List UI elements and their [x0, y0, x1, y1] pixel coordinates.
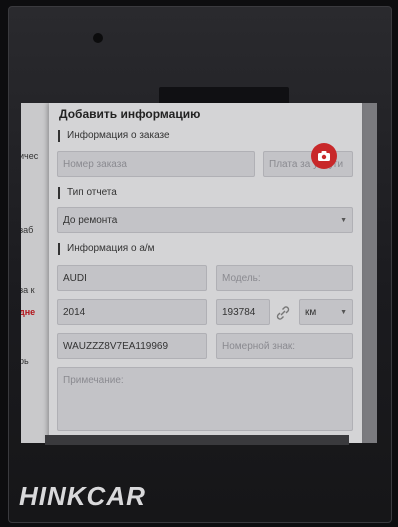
vin-input[interactable]: WAUZZZ8V7EA119969 [57, 333, 207, 359]
screen-bottom-bar [45, 435, 349, 445]
make-input[interactable]: AUDI [57, 265, 207, 291]
bg-fragment: заб [21, 225, 34, 235]
camera-icon [318, 151, 330, 161]
mileage-unit-value: км [305, 307, 317, 318]
order-number-placeholder: Номер заказа [63, 159, 127, 170]
vin-value: WAUZZZ8V7EA119969 [63, 341, 169, 352]
camera-button[interactable] [311, 143, 337, 169]
vehicle-info-section-label: Информация о а/м [58, 243, 155, 255]
report-type-value: До ремонта [63, 215, 118, 226]
bg-fragment: за к [21, 285, 35, 295]
service-fee-input[interactable]: Плата за услуги [263, 151, 353, 177]
order-info-section-label: Информация о заказе [58, 130, 170, 142]
link-icon[interactable] [275, 305, 291, 321]
year-value: 2014 [63, 307, 86, 318]
year-input[interactable]: 2014 [57, 299, 207, 325]
model-input[interactable]: Модель: [216, 265, 353, 291]
tablet-device: ичес заб за к дне рь Добавить информацию… [8, 6, 392, 523]
order-number-input[interactable]: Номер заказа [57, 151, 255, 177]
model-placeholder: Модель: [222, 273, 261, 284]
bg-fragment: ичес [21, 151, 39, 161]
report-type-select[interactable]: До ремонта ▼ [57, 207, 353, 233]
notes-textarea[interactable]: Примечание: [57, 367, 353, 431]
report-type-section-label: Тип отчета [58, 187, 117, 199]
dropdown-arrow-icon: ▼ [340, 217, 347, 224]
front-camera [93, 33, 103, 43]
mileage-value: 193784 [222, 307, 256, 318]
plate-number-input[interactable]: Номерной знак: [216, 333, 353, 359]
plate-number-placeholder: Номерной знак: [222, 341, 296, 352]
mileage-input[interactable]: 193784 [216, 299, 270, 325]
screen: ичес заб за к дне рь Добавить информацию… [21, 103, 377, 443]
mileage-unit-select[interactable]: км ▼ [299, 299, 353, 325]
notes-placeholder: Примечание: [63, 375, 124, 386]
dropdown-arrow-icon: ▼ [340, 309, 347, 316]
bg-fragment: рь [21, 356, 29, 366]
dialog-title: Добавить информацию [59, 107, 201, 121]
device-brand-logo: HINKCAR [19, 481, 146, 511]
make-value: AUDI [63, 273, 87, 284]
bg-fragment: дне [21, 307, 36, 317]
